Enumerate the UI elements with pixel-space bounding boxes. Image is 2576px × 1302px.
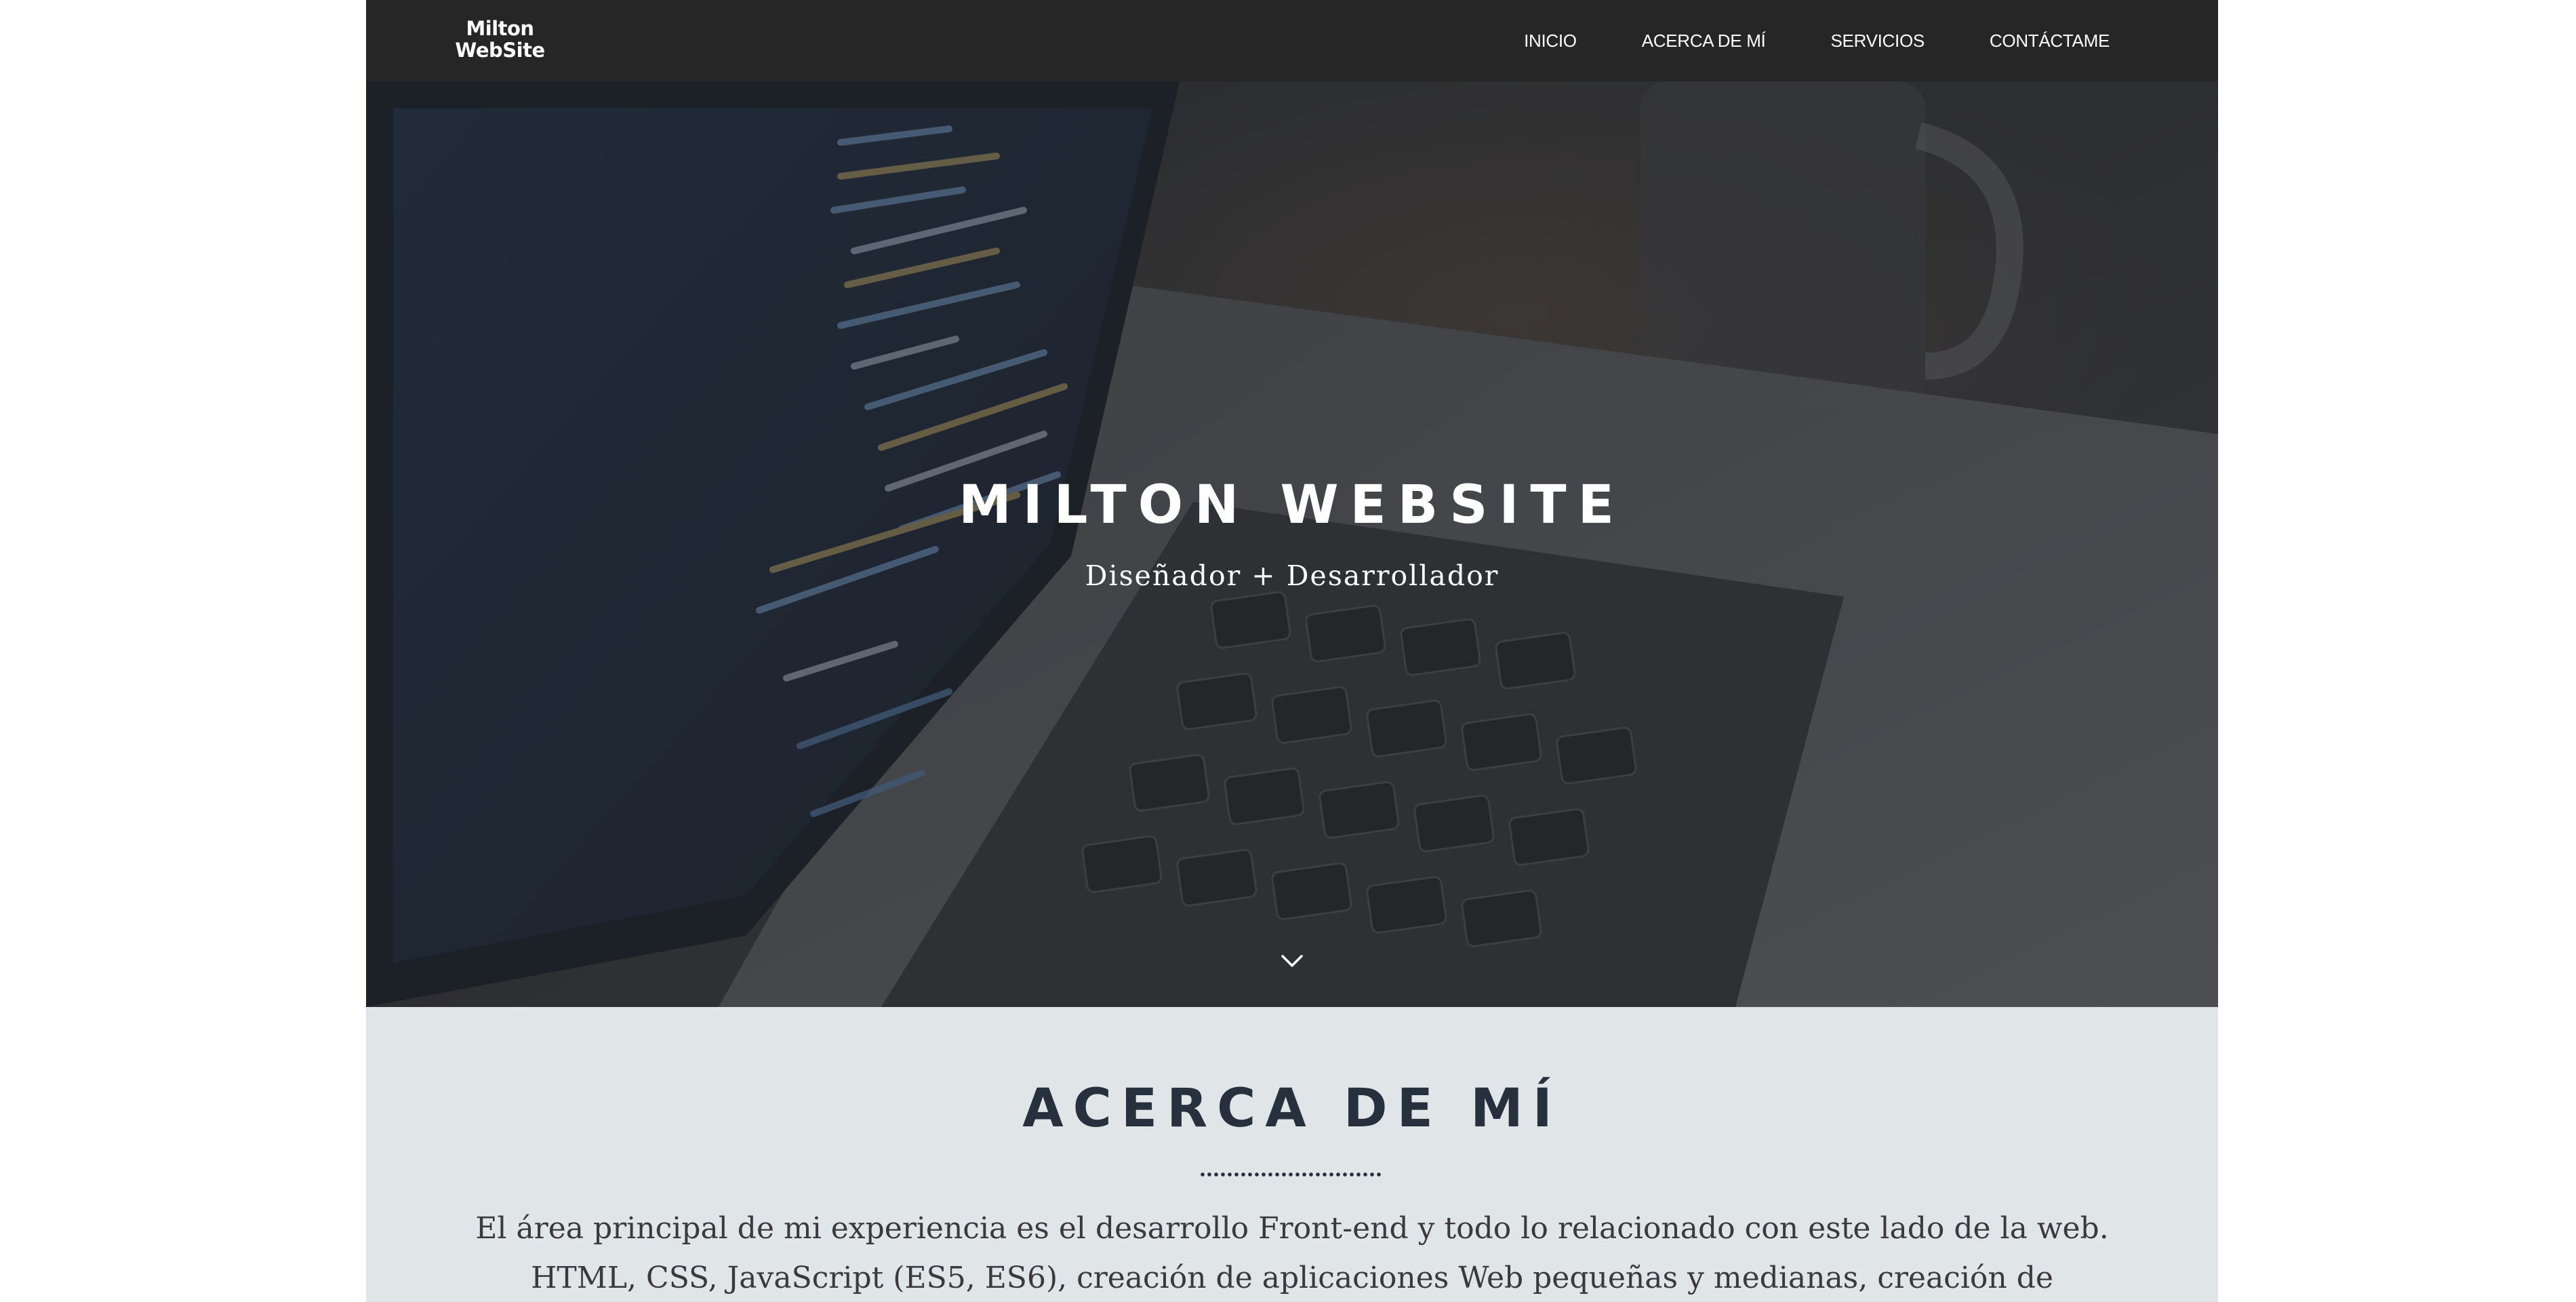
nav-link-inicio[interactable]: INICIO bbox=[1524, 31, 1577, 52]
page: Milton WebSite INICIO ACERCA DE MÍ SERVI… bbox=[366, 0, 2218, 1302]
about-section: ACERCA DE MÍ El área principal de mi exp… bbox=[366, 1007, 2218, 1302]
nav-link-servicios[interactable]: SERVICIOS bbox=[1831, 31, 1925, 52]
top-navbar: Milton WebSite INICIO ACERCA DE MÍ SERVI… bbox=[366, 0, 2218, 81]
dotted-divider bbox=[1199, 1172, 1382, 1177]
hero-title: MILTON WEBSITE bbox=[959, 475, 1626, 536]
nav-links: INICIO ACERCA DE MÍ SERVICIOS CONTÁCTAME bbox=[1524, 0, 2110, 81]
site-logo[interactable]: Milton WebSite bbox=[451, 18, 549, 61]
nav-link-contactame[interactable]: CONTÁCTAME bbox=[1990, 31, 2110, 52]
hero-background-image bbox=[366, 81, 2218, 1007]
hero-section: MILTON WEBSITE Diseñador + Desarrollador bbox=[366, 81, 2218, 1007]
logo-line-2: WebSite bbox=[455, 39, 545, 62]
about-paragraph: El área principal de mi experiencia es e… bbox=[475, 1211, 2109, 1295]
hero-subtitle: Diseñador + Desarrollador bbox=[1085, 559, 1500, 592]
chevron-down-icon[interactable] bbox=[1279, 951, 1306, 971]
nav-link-acerca-de-mi[interactable]: ACERCA DE MÍ bbox=[1642, 31, 1766, 52]
section-title: ACERCA DE MÍ bbox=[1022, 1078, 1562, 1139]
logo-line-1: Milton bbox=[466, 17, 534, 40]
